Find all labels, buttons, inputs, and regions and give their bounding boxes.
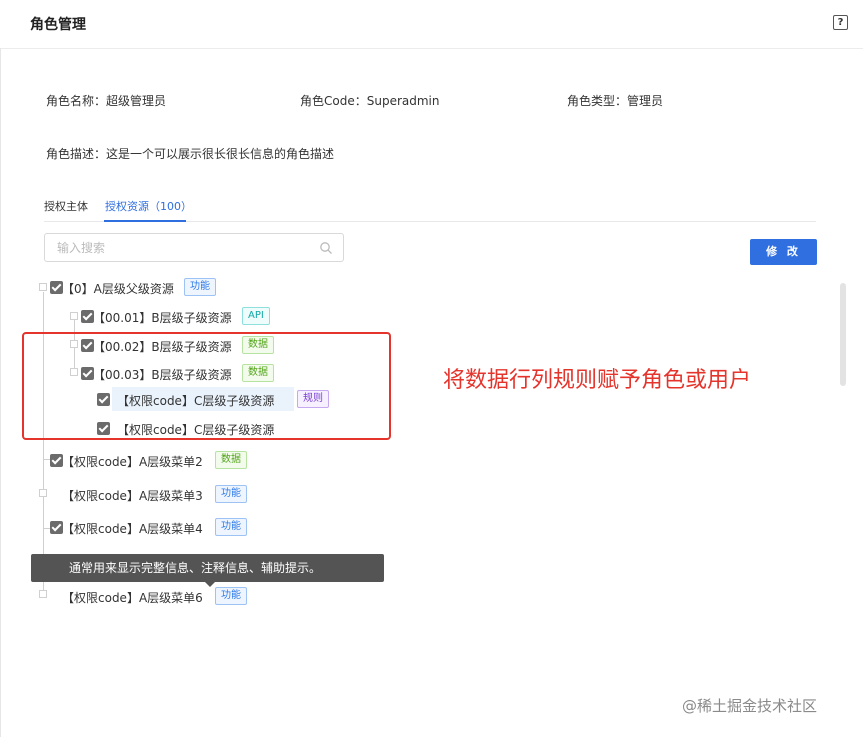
tree-node-label: 【0】A层级父级资源 xyxy=(62,282,174,296)
tree-node-label: 【权限code】A层级菜单6 xyxy=(62,591,203,605)
search-icon[interactable] xyxy=(319,241,333,255)
role-type-value: 管理员 xyxy=(627,94,664,108)
tree-node-label: 【00.01】B层级子级资源 xyxy=(93,311,232,325)
scrollbar[interactable] xyxy=(840,283,846,386)
modal-header xyxy=(0,0,863,49)
tooltip: 通常用来显示完整信息、注释信息、辅助提示。 xyxy=(31,554,384,582)
tab-auth-resource[interactable]: 授权资源（100） xyxy=(105,198,192,214)
annotation-text: 将数据行列规则赋予角色或用户 xyxy=(443,368,752,393)
role-desc-value: 这是一个可以展示很长很长信息的角色描述 xyxy=(106,147,335,161)
tree-switcher-icon[interactable] xyxy=(39,590,47,598)
role-code-value: Superadmin xyxy=(366,94,440,108)
role-code-field: 角色Code：Superadmin xyxy=(300,92,440,109)
tag-function: 功能 xyxy=(215,587,247,605)
tag-function: 功能 xyxy=(184,278,216,296)
annotation-box xyxy=(22,332,391,440)
role-name-value: 超级管理员 xyxy=(106,94,167,108)
role-name-label: 角色名称： xyxy=(46,94,107,108)
tree-switcher-icon[interactable] xyxy=(39,283,47,291)
tree-switcher-icon[interactable] xyxy=(70,312,78,320)
role-name-field: 角色名称：超级管理员 xyxy=(46,92,166,109)
tab-active-indicator xyxy=(104,220,186,222)
tree-guide-line xyxy=(43,459,50,460)
left-divider xyxy=(0,48,1,737)
role-type-label: 角色类型： xyxy=(567,94,628,108)
tab-auth-subject[interactable]: 授权主体 xyxy=(44,198,88,214)
role-code-label: 角色Code： xyxy=(300,94,367,108)
tooltip-arrow xyxy=(205,582,215,587)
tag-function: 功能 xyxy=(215,485,247,503)
role-desc-label: 角色描述： xyxy=(46,147,107,161)
edit-button[interactable]: 修 改 xyxy=(750,239,817,265)
tag-api: API xyxy=(242,307,270,325)
help-icon[interactable]: ? xyxy=(833,15,848,30)
watermark: @稀土掘金技术社区 xyxy=(682,697,818,715)
search-box xyxy=(44,233,344,262)
role-desc-field: 角色描述：这是一个可以展示很长很长信息的角色描述 xyxy=(46,145,334,162)
page-title: 角色管理 xyxy=(30,17,86,33)
search-input[interactable] xyxy=(55,240,319,256)
tree-guide-line xyxy=(43,528,50,529)
tree-switcher-icon[interactable] xyxy=(39,489,47,497)
role-type-field: 角色类型：管理员 xyxy=(567,92,663,109)
tag-data: 数据 xyxy=(215,451,247,469)
tree-node-label: 【权限code】A层级菜单4 xyxy=(62,522,203,536)
tag-function: 功能 xyxy=(215,518,247,536)
tree-node-label: 【权限code】A层级菜单3 xyxy=(62,489,203,503)
tree-node-label: 【权限code】A层级菜单2 xyxy=(62,455,203,469)
